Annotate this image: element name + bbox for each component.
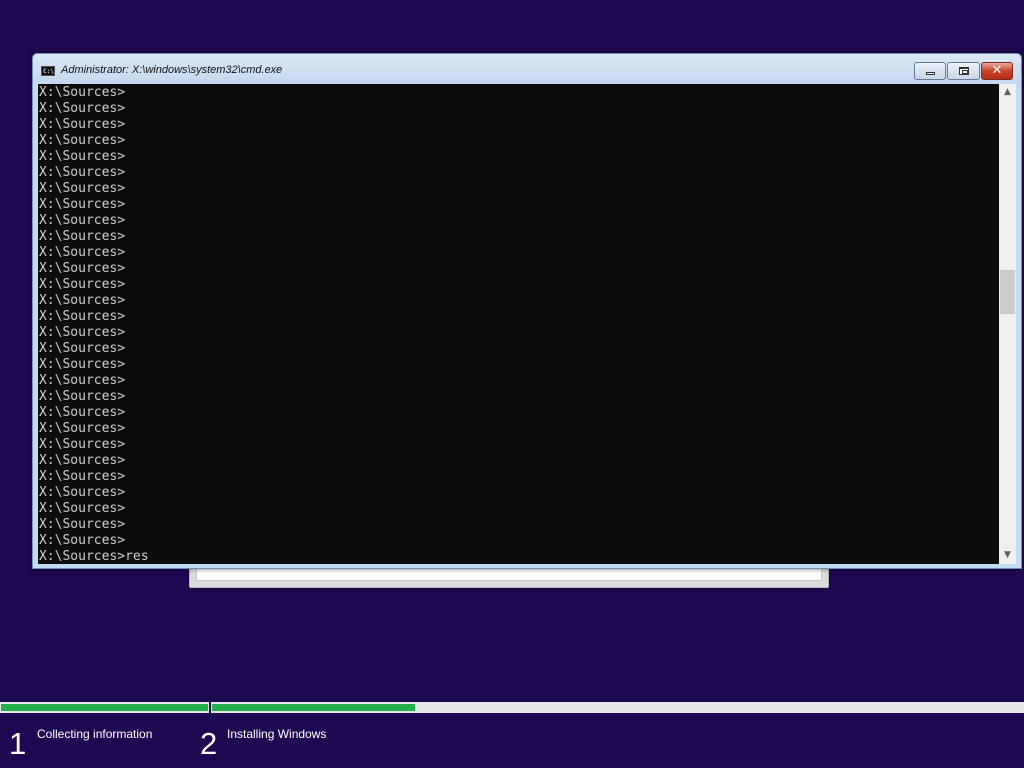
console-line: X:\Sources> <box>39 117 126 132</box>
console-line: X:\Sources> <box>39 213 126 228</box>
console-line: X:\Sources> <box>39 85 126 100</box>
console-line: X:\Sources> <box>39 357 126 372</box>
console-text: X:\Sources> X:\Sources> X:\Sources> X:\Sour… <box>39 85 149 564</box>
step-2-number: 2 <box>200 726 218 761</box>
restore-button[interactable] <box>947 62 980 80</box>
console-line: X:\Sources> <box>39 341 126 356</box>
window-title: Administrator: X:\windows\system32\cmd.e… <box>61 64 283 76</box>
console-line: X:\Sources> <box>39 197 126 212</box>
console-line: X:\Sources> <box>39 181 126 196</box>
console-line: X:\Sources> <box>39 533 126 548</box>
scroll-up-icon[interactable]: ▲ <box>999 84 1016 101</box>
close-button[interactable]: ✕ <box>981 62 1013 80</box>
console-line: X:\Sources> <box>39 421 126 436</box>
cmd-window[interactable]: C:\ Administrator: X:\windows\system32\c… <box>32 53 1022 569</box>
console-output[interactable]: X:\Sources> X:\Sources> X:\Sources> X:\Sour… <box>38 84 999 564</box>
console-line: X:\Sources> <box>39 373 126 388</box>
step-2-label: Installing Windows <box>227 727 327 741</box>
console-line: X:\Sources> <box>39 165 126 180</box>
console-line: X:\Sources> <box>39 437 126 452</box>
scroll-thumb[interactable] <box>1000 270 1015 314</box>
title-bar[interactable]: C:\ Administrator: X:\windows\system32\c… <box>33 54 1021 84</box>
console-line: X:\Sources> <box>39 325 126 340</box>
scroll-down-icon[interactable]: ▼ <box>999 547 1016 564</box>
console-line: X:\Sources> <box>39 453 126 468</box>
console-line: X:\Sources> <box>39 485 126 500</box>
console-line: X:\Sources> <box>39 309 126 324</box>
console-line: X:\Sources> <box>39 405 126 420</box>
console-line: X:\Sources>res <box>39 549 149 564</box>
console-line: X:\Sources> <box>39 501 126 516</box>
console-line: X:\Sources> <box>39 277 126 292</box>
cmd-icon[interactable]: C:\ <box>41 66 55 76</box>
step-1-progress <box>0 702 209 713</box>
step-1-label: Collecting information <box>37 727 153 741</box>
minimize-icon <box>926 72 935 75</box>
console-line: X:\Sources> <box>39 245 126 260</box>
restore-icon <box>959 67 969 75</box>
console-line: X:\Sources> <box>39 469 126 484</box>
console-line: X:\Sources> <box>39 133 126 148</box>
minimize-button[interactable] <box>914 62 946 80</box>
step-2-progress <box>209 702 1024 713</box>
vertical-scrollbar[interactable]: ▲ ▼ <box>999 84 1016 564</box>
console-line: X:\Sources> <box>39 293 126 308</box>
console-line: X:\Sources> <box>39 101 126 116</box>
console-line: X:\Sources> <box>39 261 126 276</box>
step-1-progress-fill <box>1 704 208 711</box>
console-line: X:\Sources> <box>39 229 126 244</box>
close-icon: ✕ <box>991 63 1003 78</box>
console-line: X:\Sources> <box>39 149 126 164</box>
console-line: X:\Sources> <box>39 517 126 532</box>
step-2-progress-fill <box>212 704 415 711</box>
console-line: X:\Sources> <box>39 389 126 404</box>
